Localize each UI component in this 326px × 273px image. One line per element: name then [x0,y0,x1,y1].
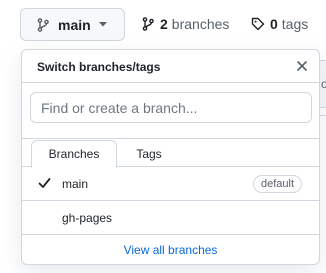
tab-tags-label: Tags [136,146,162,161]
tab-branches-label: Branches [48,147,100,161]
git-branch-icon [142,17,154,31]
dropdown-tabs: Branches Tags [22,140,319,168]
tag-icon [251,17,265,31]
branch-switcher-dropdown: Switch branches/tags Branches Tags main … [21,49,320,265]
branches-label: branches [171,16,230,32]
current-branch-name: main [58,16,91,33]
tags-link[interactable]: 0 tags [251,16,308,32]
branch-name: main [62,177,89,191]
view-all-branches-label: View all branches [123,243,218,257]
tags-label: tags [281,16,309,32]
git-branch-icon [37,17,49,32]
branch-name: gh-pages [62,211,113,225]
default-badge: default [252,175,302,193]
branch-filter-input[interactable] [30,92,312,123]
branch-item-main[interactable]: main default [22,167,319,201]
check-icon [38,177,51,189]
triangle-down-icon [98,22,107,27]
tags-count: 0 [270,16,278,32]
view-all-branches-link[interactable]: View all branches [22,235,319,264]
branch-selector-button[interactable]: main [20,8,125,41]
branches-count: 2 [160,16,168,32]
dropdown-header: Switch branches/tags [22,50,319,83]
tab-tags[interactable]: Tags [122,140,176,167]
branch-item-gh-pages[interactable]: gh-pages [22,201,319,235]
filter-section [22,83,319,139]
tab-branches[interactable]: Branches [31,140,117,168]
background-fragment-text: or [321,77,326,91]
x-icon[interactable] [295,59,309,73]
dropdown-title: Switch branches/tags [37,60,161,74]
branches-link[interactable]: 2 branches [142,16,229,32]
